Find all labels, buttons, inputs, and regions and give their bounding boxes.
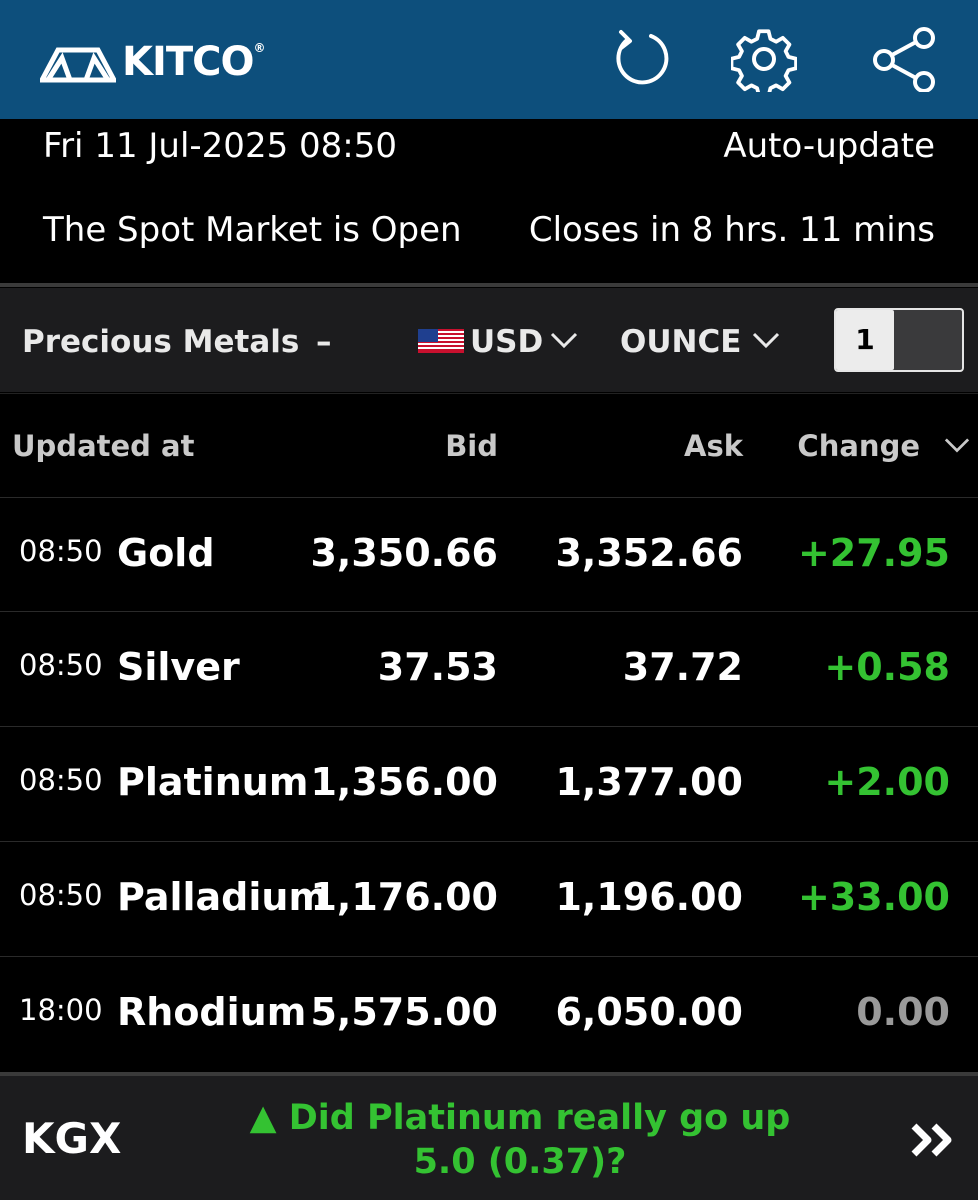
table-row[interactable]: 08:50 Silver 37.53 37.72 +0.58 bbox=[0, 611, 978, 726]
chevron-down-icon[interactable] bbox=[944, 436, 970, 454]
bid-price: 5,575.00 bbox=[310, 990, 498, 1034]
ask-price: 37.72 bbox=[622, 645, 743, 689]
unit-selector[interactable]: OUNCE bbox=[620, 324, 741, 360]
category-selector[interactable]: Precious Metals bbox=[22, 324, 299, 360]
filter-bar: Precious Metals – USD OUNCE bbox=[0, 288, 978, 392]
price-change: +0.58 bbox=[824, 645, 950, 689]
metal-name: Silver bbox=[117, 645, 240, 689]
ticker-line-2: 5.0 (0.37)? bbox=[413, 1142, 627, 1182]
currency-selector[interactable]: USD bbox=[470, 324, 543, 360]
price-change: +27.95 bbox=[797, 531, 950, 575]
column-updated: Updated at bbox=[12, 429, 195, 463]
column-bid: Bid bbox=[445, 429, 498, 463]
quantity-stepper[interactable]: 1 bbox=[834, 308, 964, 372]
metal-name: Platinum bbox=[117, 760, 309, 804]
bid-price: 1,356.00 bbox=[310, 760, 498, 804]
us-flag-icon bbox=[418, 329, 464, 353]
bid-price: 3,350.66 bbox=[310, 531, 498, 575]
ask-price: 3,352.66 bbox=[555, 531, 743, 575]
table-row[interactable]: 18:00 Rhodium 5,575.00 6,050.00 0.00 bbox=[0, 956, 978, 1071]
auto-update-toggle[interactable]: Auto-update bbox=[723, 126, 935, 166]
category-collapse-button[interactable]: – bbox=[316, 324, 332, 360]
chevron-down-icon[interactable] bbox=[752, 331, 780, 349]
quantity-value: 1 bbox=[836, 310, 894, 370]
updated-time: 18:00 bbox=[19, 993, 103, 1027]
table-header: Updated at Bid Ask Change bbox=[0, 393, 978, 498]
divider bbox=[0, 283, 978, 287]
kgx-label: KGX bbox=[22, 1114, 122, 1163]
kitco-logo-icon bbox=[40, 47, 116, 83]
bid-price: 1,176.00 bbox=[310, 875, 498, 919]
bid-price: 37.53 bbox=[377, 645, 498, 689]
updated-time: 08:50 bbox=[19, 763, 103, 797]
kgx-ticker-bar[interactable]: KGX ▲ Did Platinum really go up 5.0 (0.3… bbox=[0, 1072, 978, 1200]
price-change: +33.00 bbox=[797, 875, 950, 919]
market-status: The Spot Market is Open bbox=[43, 210, 462, 250]
brand-name: KITCO® bbox=[122, 39, 266, 85]
ask-price: 1,377.00 bbox=[555, 760, 743, 804]
double-chevron-right-icon[interactable] bbox=[908, 1120, 958, 1160]
ask-price: 1,196.00 bbox=[555, 875, 743, 919]
metal-name: Rhodium bbox=[117, 990, 307, 1034]
metal-name: Gold bbox=[117, 531, 215, 575]
updated-time: 08:50 bbox=[19, 534, 103, 568]
price-change: 0.00 bbox=[856, 990, 950, 1034]
ticker-message[interactable]: ▲ Did Platinum really go up 5.0 (0.37)? bbox=[240, 1096, 800, 1184]
share-icon[interactable] bbox=[870, 26, 936, 92]
table-row[interactable]: 08:50 Gold 3,350.66 3,352.66 +27.95 bbox=[0, 497, 978, 612]
top-app-bar: KITCO® bbox=[0, 0, 978, 119]
metal-name: Palladium bbox=[117, 875, 329, 919]
market-closes-in: Closes in 8 hrs. 11 mins bbox=[528, 210, 935, 250]
price-change: +2.00 bbox=[824, 760, 950, 804]
column-ask: Ask bbox=[684, 429, 743, 463]
refresh-icon[interactable] bbox=[603, 26, 669, 92]
updated-time: 08:50 bbox=[19, 648, 103, 682]
chevron-down-icon[interactable] bbox=[550, 331, 578, 349]
ticker-line-1: ▲ Did Platinum really go up bbox=[249, 1098, 791, 1138]
column-change[interactable]: Change bbox=[797, 429, 920, 463]
ask-price: 6,050.00 bbox=[555, 990, 743, 1034]
updated-time: 08:50 bbox=[19, 878, 103, 912]
kitco-logo: KITCO® bbox=[40, 38, 266, 86]
table-row[interactable]: 08:50 Platinum 1,356.00 1,377.00 +2.00 bbox=[0, 726, 978, 841]
table-row[interactable]: 08:50 Palladium 1,176.00 1,196.00 +33.00 bbox=[0, 841, 978, 956]
current-datetime: Fri 11 Jul-2025 08:50 bbox=[43, 126, 397, 166]
gear-icon[interactable] bbox=[731, 26, 797, 92]
